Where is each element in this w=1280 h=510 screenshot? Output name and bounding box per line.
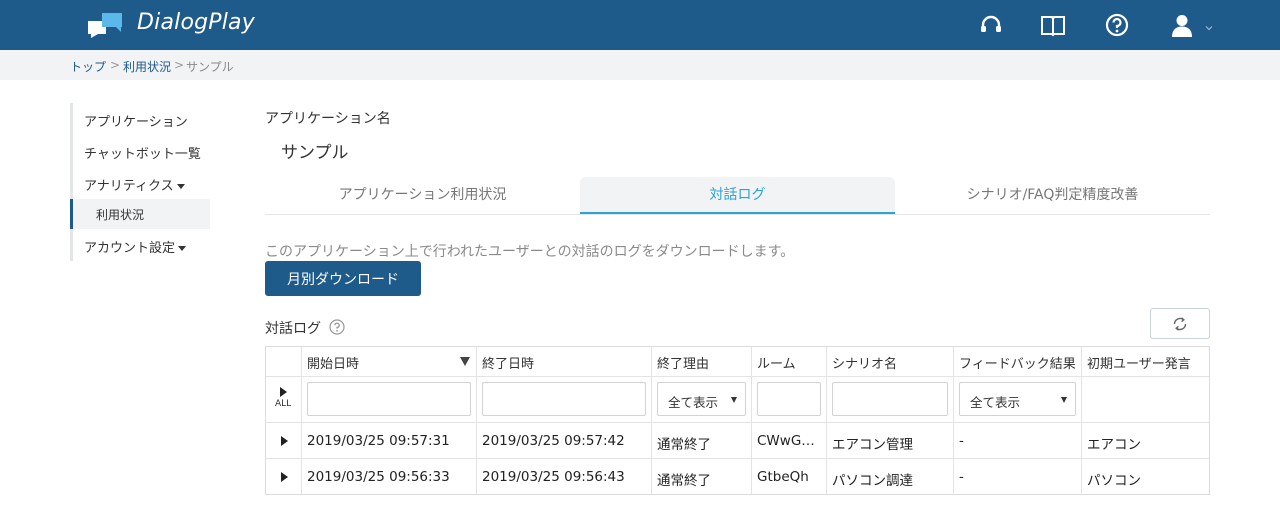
help-icon[interactable] [1104, 12, 1130, 38]
column-header-feedback[interactable]: フィードバック結果 [953, 347, 1081, 376]
refresh-icon [1173, 317, 1187, 331]
cell-start: 2019/03/25 09:57:31 [301, 423, 476, 458]
select-arrow-icon [1061, 397, 1067, 403]
breadcrumb: トップ > 利用状況 > サンプル [0, 50, 1280, 80]
expander-column-header [266, 347, 301, 376]
column-header-label: 開始日時 [307, 357, 360, 372]
app-name-label: アプリケーション名 [265, 111, 391, 127]
cell-room: GtbeQh [751, 459, 826, 495]
select-arrow-icon [731, 397, 737, 403]
sidebar-item-label: アナリティクス [84, 179, 174, 194]
breadcrumb-usage[interactable]: 利用状況 [123, 58, 171, 75]
cell-end: 2019/03/25 09:57:42 [476, 423, 651, 458]
column-header-scenario[interactable]: シナリオ名 [826, 347, 953, 376]
expand-all-icon[interactable] [280, 387, 287, 397]
cell-reason: 通常終了 [651, 459, 751, 495]
sidebar-item-label: チャットボット一覧 [84, 147, 201, 162]
sidebar-item-label: 利用状況 [96, 208, 145, 222]
select-value: 全て表示 [668, 395, 719, 410]
refresh-button[interactable] [1150, 308, 1210, 339]
cell-end: 2019/03/25 09:56:43 [476, 459, 651, 495]
sidebar-item-chatbot-list[interactable]: チャットボット一覧 [70, 135, 210, 167]
sidebar-item-label: アプリケーション [84, 115, 188, 130]
column-header-reason[interactable]: 終了理由 [651, 347, 751, 376]
filter-first-utterance-empty [1081, 377, 1209, 422]
chevron-down-icon[interactable] [1205, 21, 1213, 31]
cell-reason: 通常終了 [651, 423, 751, 458]
logo-icon[interactable] [88, 12, 124, 38]
monthly-download-button[interactable]: 月別ダウンロード [265, 261, 421, 296]
manual-icon[interactable] [1040, 12, 1066, 38]
table-filter-row: ALL 全て表示 全て表示 [266, 377, 1209, 423]
cell-first-utterance: エアコン [1081, 423, 1209, 458]
cell-start: 2019/03/25 09:56:33 [301, 459, 476, 495]
cell-first-utterance: パソコン [1081, 459, 1209, 495]
sidebar-item-usage[interactable]: 利用状況 [70, 199, 210, 229]
caret-down-icon [176, 184, 185, 189]
filter-start-input[interactable] [307, 382, 471, 416]
filter-feedback-select[interactable]: 全て表示 [959, 382, 1076, 416]
user-icon[interactable] [1169, 12, 1195, 38]
expand-row-icon[interactable] [281, 472, 288, 482]
breadcrumb-current: サンプル [186, 60, 234, 74]
tab-dialog-log[interactable]: 対話ログ [580, 177, 895, 214]
cell-scenario: エアコン管理 [826, 423, 953, 458]
sort-desc-icon[interactable] [460, 357, 470, 366]
table-row[interactable]: 2019/03/25 09:56:33 2019/03/25 09:56:43 … [266, 459, 1209, 495]
description-text: このアプリケーション上で行われたユーザーとの対話のログをダウンロードします。 [265, 244, 795, 260]
section-title: 対話ログ [265, 321, 321, 337]
expand-row-icon[interactable] [281, 436, 288, 446]
cell-room: CWwG… [751, 423, 826, 458]
app-name-value: サンプル [281, 143, 349, 163]
cell-feedback: - [953, 423, 1081, 458]
cell-scenario: パソコン調達 [826, 459, 953, 495]
breadcrumb-separator: > [174, 58, 185, 72]
column-header-start[interactable]: 開始日時 [301, 347, 476, 376]
caret-down-icon [178, 246, 187, 251]
table-row[interactable]: 2019/03/25 09:57:31 2019/03/25 09:57:42 … [266, 423, 1209, 459]
column-header-room[interactable]: ルーム [751, 347, 826, 376]
sidebar-item-account-settings[interactable]: アカウント設定 [70, 229, 210, 261]
question-circle-icon[interactable] [329, 319, 345, 335]
top-header: DialogPlay [0, 0, 1280, 50]
breadcrumb-top[interactable]: トップ [70, 58, 106, 75]
breadcrumb-separator: > [110, 58, 121, 72]
filter-end-input[interactable] [482, 382, 646, 416]
sidebar-item-analytics[interactable]: アナリティクス [70, 167, 210, 199]
column-header-end[interactable]: 終了日時 [476, 347, 651, 376]
sidebar-item-label: アカウント設定 [84, 241, 176, 256]
table-header-row: 開始日時 終了日時 終了理由 ルーム シナリオ名 フィードバック結果 初期ユーザ… [266, 347, 1209, 377]
expand-all-label: ALL [275, 399, 292, 409]
sidebar-nav: アプリケーション チャットボット一覧 アナリティクス 利用状況 アカウント設定 [70, 103, 210, 261]
column-header-first-utterance[interactable]: 初期ユーザー発言 [1081, 347, 1209, 376]
filter-reason-select[interactable]: 全て表示 [657, 382, 746, 416]
tab-bar: アプリケーション利用状況 対話ログ シナリオ/FAQ判定精度改善 [265, 177, 1210, 215]
filter-room-input[interactable] [757, 382, 821, 416]
tab-scenario-faq[interactable]: シナリオ/FAQ判定精度改善 [895, 177, 1210, 214]
expand-all-cell[interactable]: ALL [266, 377, 301, 422]
select-value: 全て表示 [970, 395, 1021, 410]
dialog-log-table: 開始日時 終了日時 終了理由 ルーム シナリオ名 フィードバック結果 初期ユーザ… [265, 346, 1210, 495]
sidebar-item-application[interactable]: アプリケーション [70, 103, 210, 135]
filter-scenario-input[interactable] [832, 382, 948, 416]
support-icon[interactable] [978, 12, 1004, 38]
tab-app-usage[interactable]: アプリケーション利用状況 [265, 177, 580, 214]
brand-name[interactable]: DialogPlay [137, 10, 255, 35]
cell-feedback: - [953, 459, 1081, 495]
